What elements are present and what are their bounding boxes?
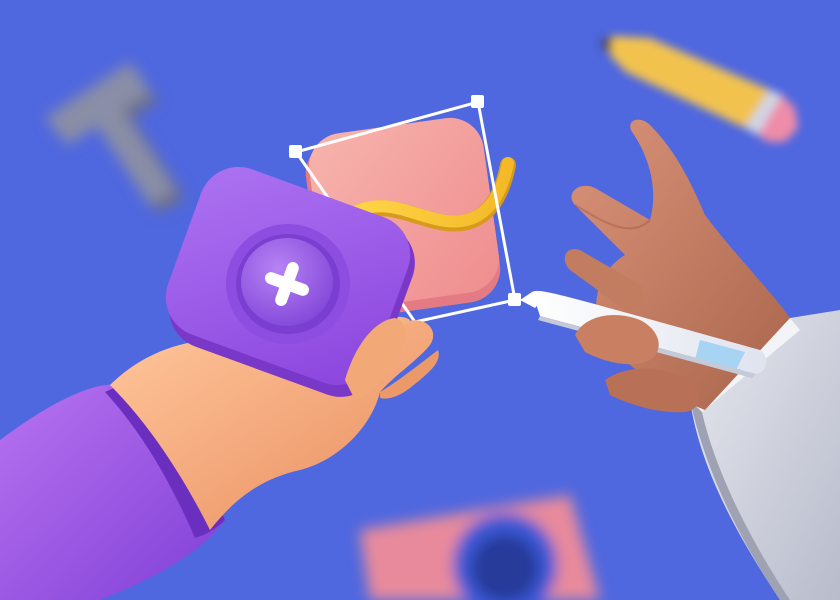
selection-handle-top-left (289, 145, 302, 158)
selection-handle-bottom-right (508, 293, 521, 306)
selection-handle-top-right (471, 95, 484, 108)
illustration-scene (0, 0, 840, 600)
scene-canvas (0, 0, 840, 600)
